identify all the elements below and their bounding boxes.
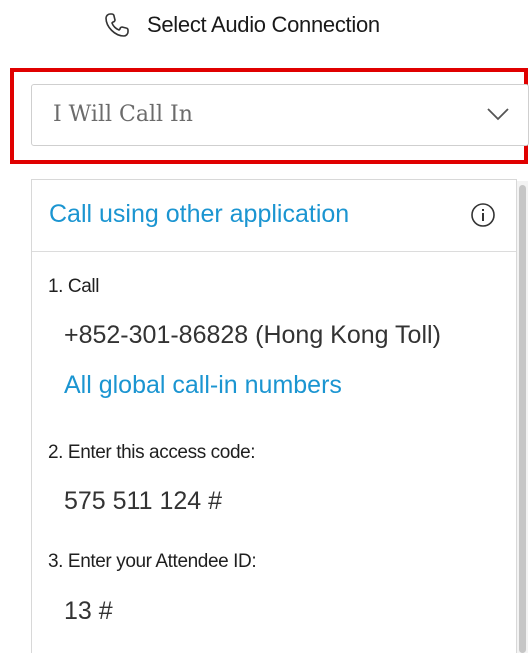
- global-call-in-numbers-link[interactable]: All global call-in numbers: [64, 371, 342, 400]
- phone-icon: [103, 11, 131, 39]
- header-title: Select Audio Connection: [147, 12, 380, 37]
- panel-header: Call using other application: [32, 180, 516, 252]
- header: Select Audio Connection: [0, 0, 532, 52]
- call-in-details-panel: Call using other application 1. Call +85…: [31, 179, 517, 653]
- scrollbar[interactable]: [517, 181, 528, 653]
- audio-connection-panel: Select Audio Connection I Will Call In C…: [0, 0, 532, 653]
- chevron-down-icon: [486, 105, 510, 123]
- step-3-label: 3. Enter your Attendee ID:: [48, 551, 257, 572]
- scrollbar-thumb[interactable]: [519, 185, 526, 653]
- call-using-other-application-link[interactable]: Call using other application: [49, 200, 349, 229]
- step-2-label: 2. Enter this access code:: [48, 442, 256, 463]
- dropdown-selected-value: I Will Call In: [53, 102, 193, 127]
- audio-connection-dropdown[interactable]: I Will Call In: [31, 84, 529, 146]
- attendee-id-value: 13 #: [64, 597, 113, 625]
- info-icon[interactable]: [470, 202, 496, 228]
- access-code-value: 575 511 124 #: [64, 487, 223, 515]
- step-1-label: 1. Call: [48, 276, 100, 297]
- call-in-number: +852-301-86828 (Hong Kong Toll): [64, 321, 441, 349]
